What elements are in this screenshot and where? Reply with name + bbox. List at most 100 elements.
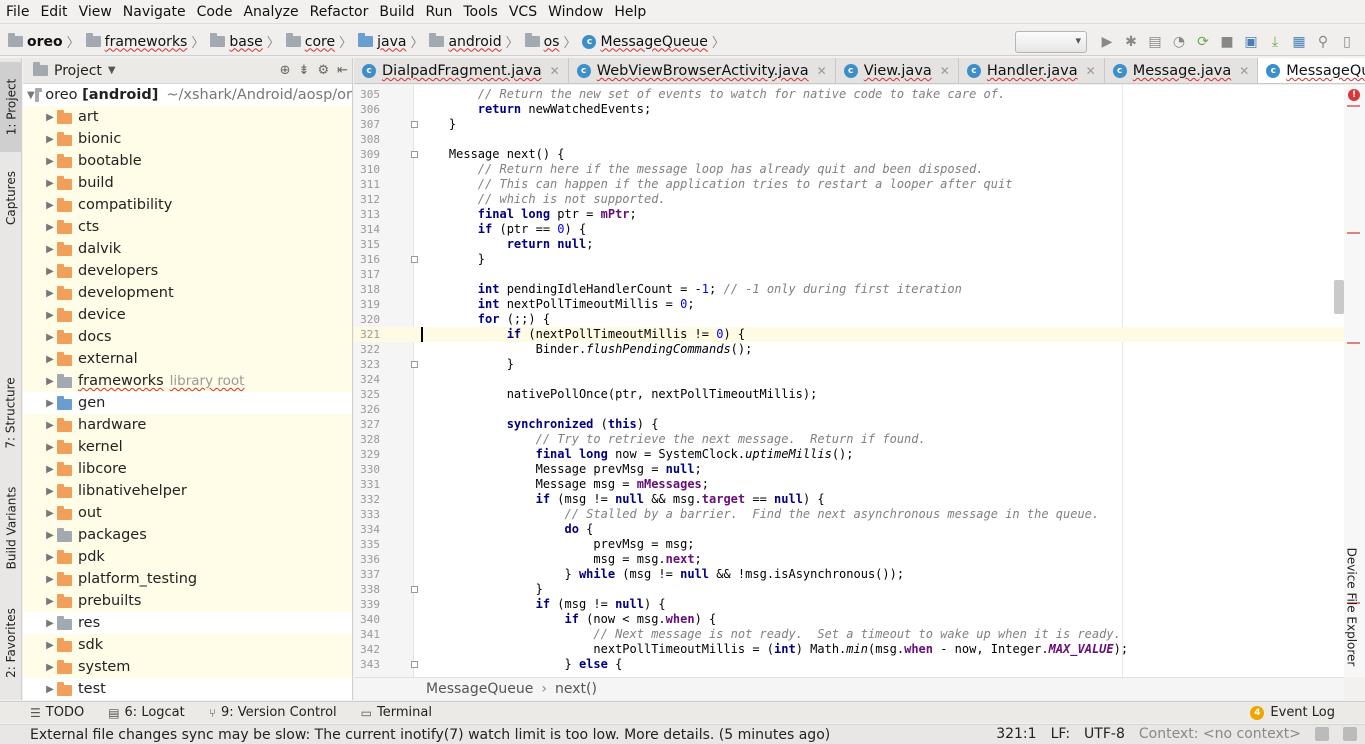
tab-handler[interactable]: c Handler.java ✕ (959, 58, 1105, 83)
tree-root[interactable]: ▼ oreo [android] ~/xshark/Android/aosp/o… (23, 84, 352, 106)
breadcrumb-java[interactable]: java 〉 (358, 32, 423, 51)
expand-arrow-icon[interactable]: ▼ (27, 90, 35, 101)
code-line[interactable]: 341 // Next message is not ready. Set a … (354, 627, 1344, 642)
code-line[interactable]: 334 do { (354, 522, 1344, 537)
code-line[interactable]: 333 // Stalled by a barrier. Find the ne… (354, 507, 1344, 522)
code-line[interactable]: 324 (354, 372, 1344, 387)
menu-analyze[interactable]: Analyze (243, 4, 298, 20)
tab-view[interactable]: c View.java ✕ (836, 58, 959, 83)
code-line[interactable]: 307 } (354, 117, 1344, 132)
expand-arrow-icon[interactable]: ▶ (43, 464, 57, 475)
expand-arrow-icon[interactable]: ▶ (43, 640, 57, 651)
code-line[interactable]: 343 } else { (354, 657, 1344, 672)
expand-arrow-icon[interactable]: ▶ (43, 354, 57, 365)
tree-item-compatibility[interactable]: ▶ compatibility (23, 194, 352, 216)
code-line[interactable]: 335 prevMsg = msg; (354, 537, 1344, 552)
tree-item-test[interactable]: ▶ test (23, 678, 352, 700)
tree-item-system[interactable]: ▶ system (23, 656, 352, 678)
expand-arrow-icon[interactable]: ▶ (43, 156, 57, 167)
code-line[interactable]: 319 int nextPollTimeoutMillis = 0; (354, 297, 1344, 312)
close-icon[interactable]: ✕ (1239, 64, 1249, 78)
error-mark[interactable] (1347, 342, 1360, 344)
debug-icon[interactable]: ✱ (1122, 33, 1140, 51)
fold-marker-icon[interactable] (411, 361, 418, 368)
tool-captures[interactable]: Captures (0, 158, 22, 238)
tree-item-developers[interactable]: ▶ developers (23, 260, 352, 282)
menu-file[interactable]: File (6, 4, 29, 20)
code-line[interactable]: 337 } while (msg != null && !msg.isAsync… (354, 567, 1344, 582)
expand-arrow-icon[interactable]: ▶ (43, 508, 57, 519)
expand-arrow-icon[interactable]: ▶ (43, 134, 57, 145)
expand-arrow-icon[interactable]: ▶ (43, 442, 57, 453)
breadcrumb-class[interactable]: MessageQueue (426, 681, 533, 697)
tool-event-log[interactable]: 4 Event Log (1250, 705, 1335, 720)
close-icon[interactable]: ✕ (1086, 64, 1096, 78)
code-line[interactable]: 317 (354, 267, 1344, 282)
caret-position[interactable]: 321:1 (996, 726, 1036, 742)
fold-marker-icon[interactable] (411, 586, 418, 593)
project-structure-icon[interactable]: ▦ (1290, 33, 1308, 51)
menu-refactor[interactable]: Refactor (310, 4, 369, 20)
tool-version-control[interactable]: ⑂ 9: Version Control (209, 705, 337, 720)
code-line[interactable]: 327 synchronized (this) { (354, 417, 1344, 432)
menu-tools[interactable]: Tools (463, 4, 498, 20)
menu-navigate[interactable]: Navigate (123, 4, 186, 20)
menu-build[interactable]: Build (379, 4, 414, 20)
expand-arrow-icon[interactable]: ▶ (43, 596, 57, 607)
search-icon[interactable]: ⚲ (1314, 33, 1332, 51)
code-line[interactable]: 325 nativePollOnce(ptr, nextPollTimeoutM… (354, 387, 1344, 402)
code-line[interactable]: 322 Binder.flushPendingCommands(); (354, 342, 1344, 357)
code-line[interactable]: 342 nextPollTimeoutMillis = (int) Math.m… (354, 642, 1344, 657)
tree-item-pdk[interactable]: ▶ pdk (23, 546, 352, 568)
breadcrumb-method[interactable]: next() (555, 681, 597, 697)
expand-arrow-icon[interactable]: ▶ (43, 200, 57, 211)
sdk-manager-icon[interactable]: ⤓ (1266, 33, 1284, 51)
expand-arrow-icon[interactable]: ▶ (43, 684, 57, 695)
tree-item-gen[interactable]: ▶ gen (23, 392, 352, 414)
menu-run[interactable]: Run (426, 4, 453, 20)
tool-structure[interactable]: 7: Structure (0, 368, 22, 458)
code-line[interactable]: 328 // Try to retrieve the next message.… (354, 432, 1344, 447)
code-line[interactable]: 320 for (;;) { (354, 312, 1344, 327)
expand-arrow-icon[interactable]: ▶ (43, 288, 57, 299)
tab-message[interactable]: c Message.java ✕ (1105, 58, 1259, 83)
menu-code[interactable]: Code (197, 4, 233, 20)
close-icon[interactable]: ✕ (550, 64, 560, 78)
tool-todo[interactable]: ☰ TODO (30, 705, 84, 720)
tree-item-external[interactable]: ▶ external (23, 348, 352, 370)
status-message[interactable]: External file changes sync may be slow: … (30, 727, 830, 743)
fold-marker-icon[interactable] (411, 121, 418, 128)
run-config-combo[interactable] (1015, 31, 1087, 53)
menu-edit[interactable]: Edit (40, 4, 67, 20)
project-view-selector[interactable]: Project (54, 63, 102, 79)
code-line[interactable]: 340 if (now < msg.when) { (354, 612, 1344, 627)
tree-item-prebuilts[interactable]: ▶ prebuilts (23, 590, 352, 612)
menu-vcs[interactable]: VCS (509, 4, 537, 20)
file-encoding[interactable]: UTF-8 (1084, 726, 1125, 742)
expand-arrow-icon[interactable]: ▶ (43, 398, 57, 409)
breadcrumb-android[interactable]: android 〉 (429, 32, 519, 51)
breadcrumb-os[interactable]: os 〉 (524, 32, 576, 51)
tree-item-development[interactable]: ▶ development (23, 282, 352, 304)
expand-arrow-icon[interactable]: ▶ (43, 244, 57, 255)
code-line[interactable]: 321 if (nextPollTimeoutMillis != 0) { (354, 327, 1344, 342)
close-icon[interactable]: ✕ (817, 64, 827, 78)
fold-marker-icon[interactable] (411, 256, 418, 263)
error-indicator-icon[interactable]: ! (1348, 89, 1360, 101)
code-line[interactable]: 318 int pendingIdleHandlerCount = -1; //… (354, 282, 1344, 297)
breadcrumb-frameworks[interactable]: frameworks 〉 (85, 32, 204, 51)
tree-item-dalvik[interactable]: ▶ dalvik (23, 238, 352, 260)
code-line[interactable]: 312 // which is not supported. (354, 192, 1344, 207)
code-line[interactable]: 323 } (354, 357, 1344, 372)
code-line[interactable]: 313 final long ptr = mPtr; (354, 207, 1344, 222)
expand-arrow-icon[interactable]: ▶ (43, 376, 57, 387)
tool-favorites[interactable]: 2: Favorites (0, 598, 22, 688)
tab-messagequeue[interactable]: cMessageQueue (1258, 58, 1365, 83)
expand-arrow-icon[interactable]: ▶ (43, 530, 57, 541)
tree-item-libcore[interactable]: ▶ libcore (23, 458, 352, 480)
breadcrumb-core[interactable]: core 〉 (285, 32, 352, 51)
profile-icon[interactable]: ◔ (1170, 33, 1188, 51)
code-line[interactable]: 305 // Return the new set of events to w… (354, 87, 1344, 102)
breadcrumb-base[interactable]: base 〉 (210, 32, 280, 51)
code-line[interactable]: 326 (354, 402, 1344, 417)
